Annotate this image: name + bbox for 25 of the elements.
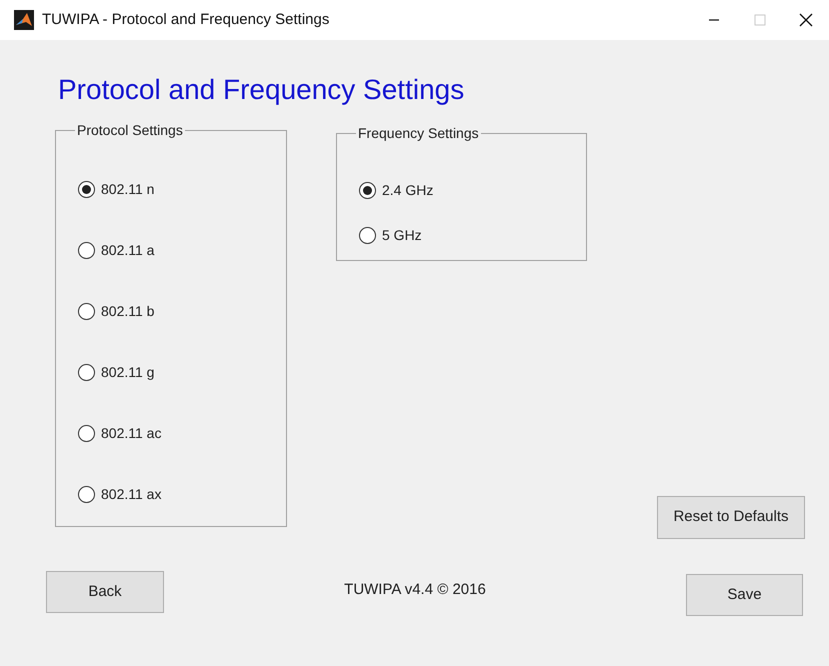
radio-button[interactable] [359,182,376,199]
radio-option[interactable]: 802.11 n [78,179,154,200]
footer-text: TUWIPA v4.4 © 2016 [343,580,487,600]
radio-button[interactable] [78,425,95,442]
radio-button[interactable] [78,303,95,320]
radio-button[interactable] [78,486,95,503]
radio-button[interactable] [78,242,95,259]
radio-option[interactable]: 802.11 g [78,362,154,383]
radio-button[interactable] [359,227,376,244]
group-title: Frequency Settings [357,124,480,143]
radio-button[interactable] [78,181,95,198]
radio-option[interactable]: 802.11 ax [78,484,162,505]
page-heading: Protocol and Frequency Settings [58,73,466,107]
save-button[interactable]: Save [686,574,803,616]
radio-option[interactable]: 2.4 GHz [359,180,434,201]
radio-option[interactable]: 802.11 ac [78,423,162,444]
radio-option[interactable]: 5 GHz [359,225,422,246]
window-title: TUWIPA - Protocol and Frequency Settings [42,10,330,30]
radio-button[interactable] [78,364,95,381]
back-button[interactable]: Back [46,571,164,613]
group-title: Protocol Settings [76,121,184,140]
reset-button[interactable]: Reset to Defaults [657,496,805,539]
app-logo-icon [14,10,34,30]
radio-option[interactable]: 802.11 b [78,301,154,322]
radio-option[interactable]: 802.11 a [78,240,154,261]
